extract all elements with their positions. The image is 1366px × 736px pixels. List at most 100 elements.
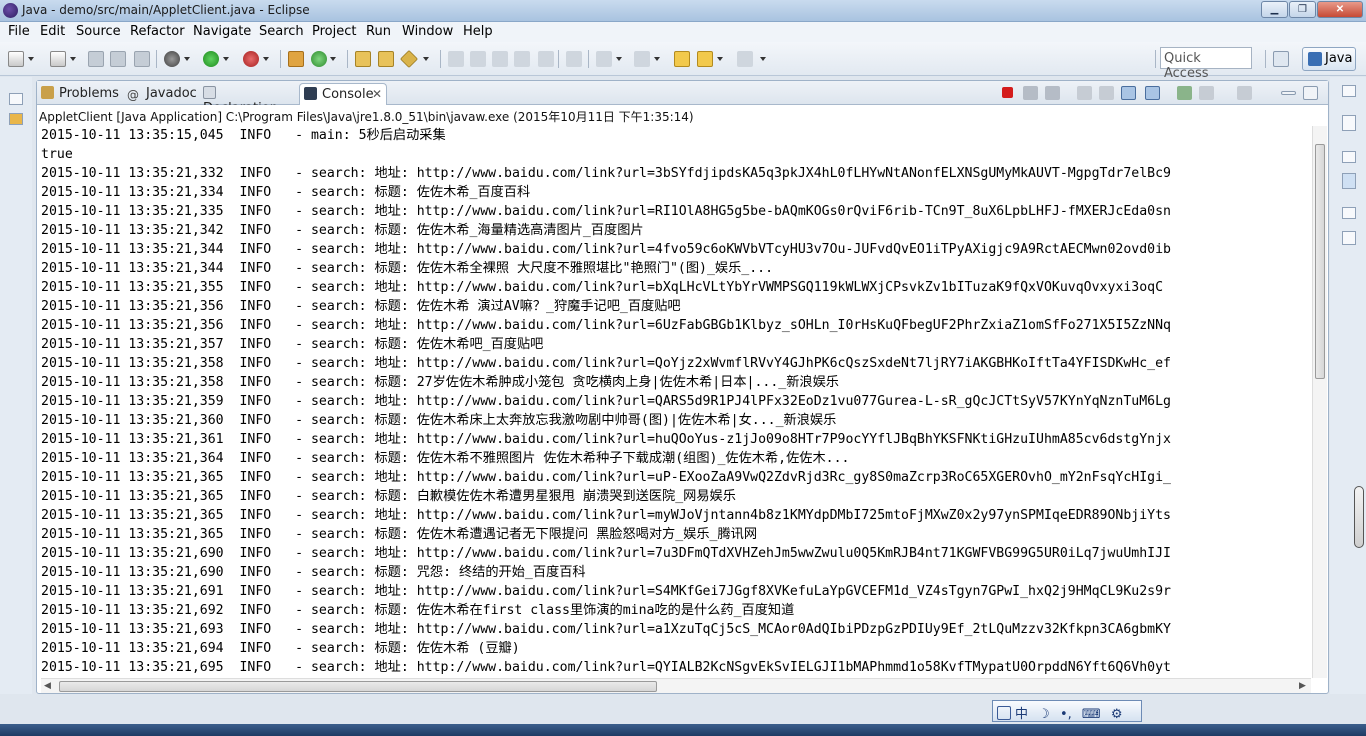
console-line: 2015-10-11 13:35:21,360 INFO - search: 标…: [41, 413, 837, 428]
ime-language-label[interactable]: 中: [1015, 707, 1028, 722]
minimize-view-icon[interactable]: [1281, 91, 1296, 95]
minimize-button[interactable]: ▁: [1261, 1, 1288, 18]
scroll-lock-icon[interactable]: [1099, 86, 1114, 100]
new-java-project-icon[interactable]: [288, 51, 304, 67]
view-icon[interactable]: [1342, 231, 1356, 245]
remove-all-terminated-icon[interactable]: [1045, 86, 1060, 100]
outline-icon[interactable]: [1342, 115, 1356, 131]
keyboard-icon[interactable]: ⌨: [1082, 707, 1101, 722]
scroll-left-icon[interactable]: ◀: [44, 680, 51, 691]
menu-icon[interactable]: ⚙: [1111, 707, 1123, 722]
word-wrap-icon[interactable]: [1121, 86, 1136, 100]
clear-console-icon[interactable]: [1077, 86, 1092, 100]
back-icon[interactable]: [697, 51, 713, 67]
save-icon[interactable]: [88, 51, 104, 67]
ime-toolbar[interactable]: 中 ☽ •, ⌨ ⚙: [992, 700, 1142, 722]
tab-declaration[interactable]: Declaration: [203, 83, 293, 116]
maximize-button[interactable]: ❐: [1289, 1, 1316, 18]
back-dropdown-icon[interactable]: [717, 57, 723, 61]
menu-help[interactable]: Help: [463, 24, 493, 39]
external-tools-icon[interactable]: [243, 51, 259, 67]
edit-icon[interactable]: [470, 51, 486, 67]
search-dropdown-icon[interactable]: [423, 57, 429, 61]
run-icon[interactable]: [203, 51, 219, 67]
console-line: 2015-10-11 13:35:21,332 INFO - search: 地…: [41, 166, 1171, 181]
open-perspective-icon[interactable]: [1273, 51, 1289, 67]
save-all-icon[interactable]: [110, 51, 126, 67]
half-width-icon[interactable]: ☽: [1038, 707, 1050, 722]
menu-edit[interactable]: Edit: [40, 24, 65, 39]
open-console-icon[interactable]: [1237, 86, 1252, 100]
run-dropdown-icon[interactable]: [223, 57, 229, 61]
show-console-on-output-icon[interactable]: [1145, 86, 1160, 100]
pilcrow-icon[interactable]: [538, 51, 554, 67]
side-grip-handle[interactable]: [1354, 486, 1364, 548]
punctuation-icon[interactable]: •,: [1060, 707, 1072, 722]
menu-source[interactable]: Source: [76, 24, 121, 39]
display-selected-console-icon[interactable]: [1199, 86, 1214, 100]
console-line: 2015-10-11 13:35:21,690 INFO - search: 地…: [41, 546, 1171, 561]
remove-launch-icon[interactable]: [1023, 86, 1038, 100]
pin-console-icon[interactable]: [1177, 86, 1192, 100]
close-window-button[interactable]: ✕: [1317, 1, 1363, 18]
skip-breakpoints-icon[interactable]: [566, 51, 582, 67]
scroll-right-icon[interactable]: ▶: [1299, 680, 1306, 691]
menu-window[interactable]: Window: [402, 24, 453, 39]
window-dropdown-icon[interactable]: [70, 57, 76, 61]
console-line: 2015-10-11 13:35:21,691 INFO - search: 地…: [41, 584, 1171, 599]
menu-project[interactable]: Project: [312, 24, 356, 39]
forward-icon[interactable]: [737, 51, 753, 67]
horizontal-scrollbar[interactable]: ◀ ▶: [41, 678, 1311, 693]
previous-annotation-dropdown-icon[interactable]: [654, 57, 660, 61]
maximize-view-icon[interactable]: [1303, 86, 1318, 100]
toolbar-separator: [347, 50, 348, 68]
console-output[interactable]: 2015-10-11 13:35:15,045 INFO - main: 5秒后…: [41, 126, 1311, 682]
close-icon[interactable]: ✕: [372, 87, 382, 101]
tab-console[interactable]: Console ✕: [299, 83, 387, 105]
next-annotation-icon[interactable]: [596, 51, 612, 67]
menu-file[interactable]: File: [8, 24, 30, 39]
previous-annotation-icon[interactable]: [634, 51, 650, 67]
restore-icon[interactable]: [1342, 207, 1356, 219]
tab-javadoc[interactable]: @ Javadoc: [127, 83, 197, 105]
console-line: 2015-10-11 13:35:21,358 INFO - search: 标…: [41, 375, 839, 390]
java-perspective-button[interactable]: Java: [1302, 47, 1356, 71]
restore-icon[interactable]: [1342, 85, 1356, 97]
menu-navigate[interactable]: Navigate: [193, 24, 251, 39]
vertical-scrollbar[interactable]: [1312, 126, 1327, 678]
menu-search[interactable]: Search: [259, 24, 304, 39]
block-icon[interactable]: [492, 51, 508, 67]
console-line: 2015-10-11 13:35:21,344 INFO - search: 地…: [41, 242, 1171, 257]
quick-access-input[interactable]: Quick Access: [1160, 47, 1252, 81]
new-dropdown-icon[interactable]: [28, 57, 34, 61]
new-window-icon[interactable]: [50, 51, 66, 67]
print-icon[interactable]: [134, 51, 150, 67]
debug-icon[interactable]: [164, 51, 180, 67]
new-icon[interactable]: [8, 51, 24, 67]
toolbar-separator: [558, 50, 559, 68]
last-edit-location-icon[interactable]: [674, 51, 690, 67]
tab-problems[interactable]: Problems: [41, 83, 121, 105]
horizontal-scroll-thumb[interactable]: [59, 681, 657, 692]
menu-bar: File Edit Source Refactor Navigate Searc…: [0, 22, 1366, 42]
forward-dropdown-icon[interactable]: [760, 57, 766, 61]
new-class-dropdown-icon[interactable]: [330, 57, 336, 61]
new-class-icon[interactable]: [311, 51, 327, 67]
restore-icon[interactable]: [9, 93, 23, 105]
menu-run[interactable]: Run: [366, 24, 391, 39]
debug-dropdown-icon[interactable]: [184, 57, 190, 61]
ime-logo-icon[interactable]: [997, 706, 1011, 720]
toggle-mark-icon[interactable]: [448, 51, 464, 67]
open-type-icon[interactable]: [355, 51, 371, 67]
restore-icon[interactable]: [1342, 151, 1356, 163]
show-whitespace-icon[interactable]: [514, 51, 530, 67]
package-explorer-icon[interactable]: [9, 113, 23, 125]
menu-refactor[interactable]: Refactor: [130, 24, 185, 39]
task-list-icon[interactable]: [1342, 173, 1356, 189]
open-task-icon[interactable]: [378, 51, 394, 67]
external-tools-dropdown-icon[interactable]: [263, 57, 269, 61]
next-annotation-dropdown-icon[interactable]: [616, 57, 622, 61]
terminate-icon[interactable]: [1002, 87, 1013, 98]
search-tool-icon[interactable]: [399, 49, 419, 69]
vertical-scroll-thumb[interactable]: [1315, 144, 1325, 379]
